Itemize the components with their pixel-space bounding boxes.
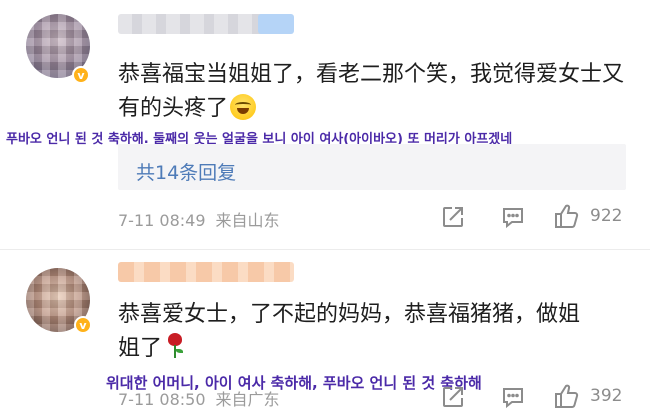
share-button[interactable] — [440, 204, 466, 230]
comment-time: 7-11 08:50 — [118, 390, 206, 409]
like-button[interactable]: 392 — [552, 381, 622, 411]
verified-badge-icon: v — [74, 316, 92, 334]
thumbs-up-icon — [555, 204, 579, 228]
rose-icon — [166, 333, 184, 359]
comment-text: 恭喜福宝当姐姐了，看老二那个笑，我觉得爱女士又有的头疼了 — [118, 58, 628, 126]
comment-icon — [503, 208, 523, 229]
comment-text-2: 恭喜爱女士，了不起的妈妈，恭喜福猪猪，做姐姐了 — [118, 298, 598, 366]
comment-location: 来自广东 — [215, 390, 280, 409]
like-count: 922 — [590, 206, 623, 226]
comment-meta: 7-11 08:49 来自山东 — [118, 207, 280, 231]
comment-button[interactable] — [500, 204, 526, 230]
username-tag-blurred — [258, 14, 294, 34]
replies-box[interactable]: 共14条回复 — [118, 144, 626, 190]
share-icon — [443, 387, 463, 407]
laughing-emoji-icon — [230, 94, 257, 120]
view-replies-link[interactable]: 共14条回复 — [136, 158, 236, 185]
share-button[interactable] — [440, 384, 466, 410]
like-count: 392 — [590, 386, 623, 406]
comment-text-body: 恭喜爱女士，了不起的妈妈，恭喜福猪猪，做姐姐了 — [118, 302, 581, 361]
comment-location: 来自山东 — [215, 211, 280, 230]
comment-text-body: 恭喜福宝当姐姐了，看老二那个笑，我觉得爱女士又有的头疼了 — [118, 62, 625, 121]
thumbs-up-icon — [555, 384, 579, 408]
username-blurred[interactable] — [118, 14, 278, 34]
verified-badge-icon: v — [72, 66, 90, 84]
like-button[interactable]: 922 — [552, 201, 622, 231]
username-blurred[interactable] — [118, 262, 294, 282]
comment-meta: 7-11 08:50 来自广东 — [118, 386, 280, 410]
comment-button[interactable] — [500, 384, 526, 410]
share-icon — [443, 207, 463, 227]
comment-icon — [503, 388, 523, 409]
comment-item-1: v 恭喜福宝当姐姐了，看老二那个笑，我觉得爱女士又有的头疼了 푸바오 언니 된 … — [0, 0, 650, 250]
comment-time: 7-11 08:49 — [118, 211, 206, 230]
